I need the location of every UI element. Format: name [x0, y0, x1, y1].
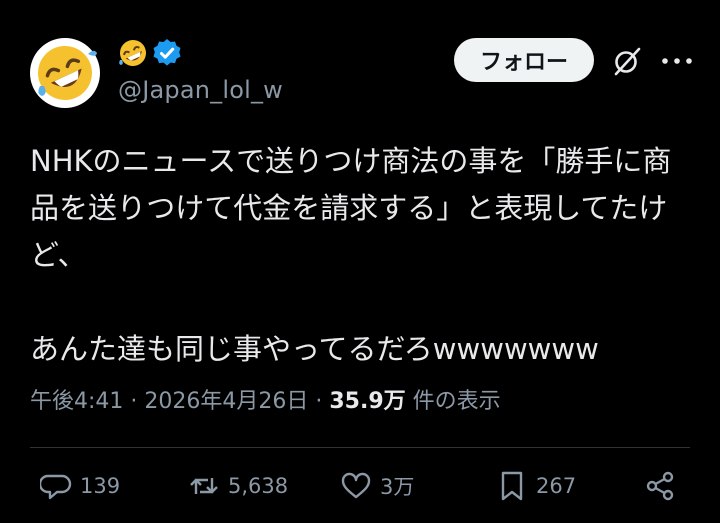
repost-icon — [190, 478, 218, 494]
tweet-line: NHKのニュースで送りつけ商法の事を「勝手に商 — [30, 144, 672, 178]
meta-separator: · — [308, 389, 330, 414]
rolling-laughing-emoji-icon — [119, 40, 146, 66]
tweet-meta: 午後4:41 · 2026年4月26日 · 35.9万 件の表示 — [30, 383, 501, 415]
reply-count: 139 — [80, 474, 121, 498]
reply-icon — [40, 474, 72, 500]
tweet-line: あんた達も同じ事やってるだろwwwwwww — [30, 332, 599, 366]
tweet-line: ど、 — [30, 238, 87, 272]
like-count: 3万 — [380, 475, 415, 499]
action-bar: 139 5,638 3万 267 — [0, 470, 720, 510]
post-time[interactable]: 午後4:41 — [30, 389, 123, 414]
avatar[interactable] — [30, 38, 100, 108]
bookmark-count: 267 — [536, 474, 577, 498]
bookmark-button[interactable]: 267 — [496, 470, 576, 502]
like-button[interactable]: 3万 — [340, 470, 414, 502]
grok-icon[interactable] — [612, 46, 642, 76]
tweet-text: NHKのニュースで送りつけ商法の事を「勝手に商 品を送りつけて代金を請求する」と… — [30, 138, 700, 373]
repost-button[interactable]: 5,638 — [188, 470, 288, 502]
post-date[interactable]: 2026年4月26日 — [144, 389, 308, 414]
share-button[interactable] — [644, 470, 684, 502]
verified-badge-icon — [153, 39, 181, 66]
views-count[interactable]: 35.9万 — [329, 389, 405, 414]
divider — [30, 447, 690, 448]
author-handle[interactable]: @Japan_lol_w — [118, 76, 283, 104]
bookmark-icon — [501, 471, 523, 501]
share-icon — [646, 471, 674, 501]
heart-icon — [341, 472, 371, 499]
more-icon[interactable] — [660, 56, 694, 66]
reply-button[interactable]: 139 — [40, 470, 120, 502]
repost-count: 5,638 — [228, 474, 289, 498]
meta-separator: · — [123, 389, 145, 414]
views-label: 件の表示 — [405, 389, 501, 414]
tweet-line: 品を送りつけて代金を請求する」と表現してたけ — [30, 191, 668, 225]
follow-button[interactable]: フォロー — [454, 38, 594, 82]
